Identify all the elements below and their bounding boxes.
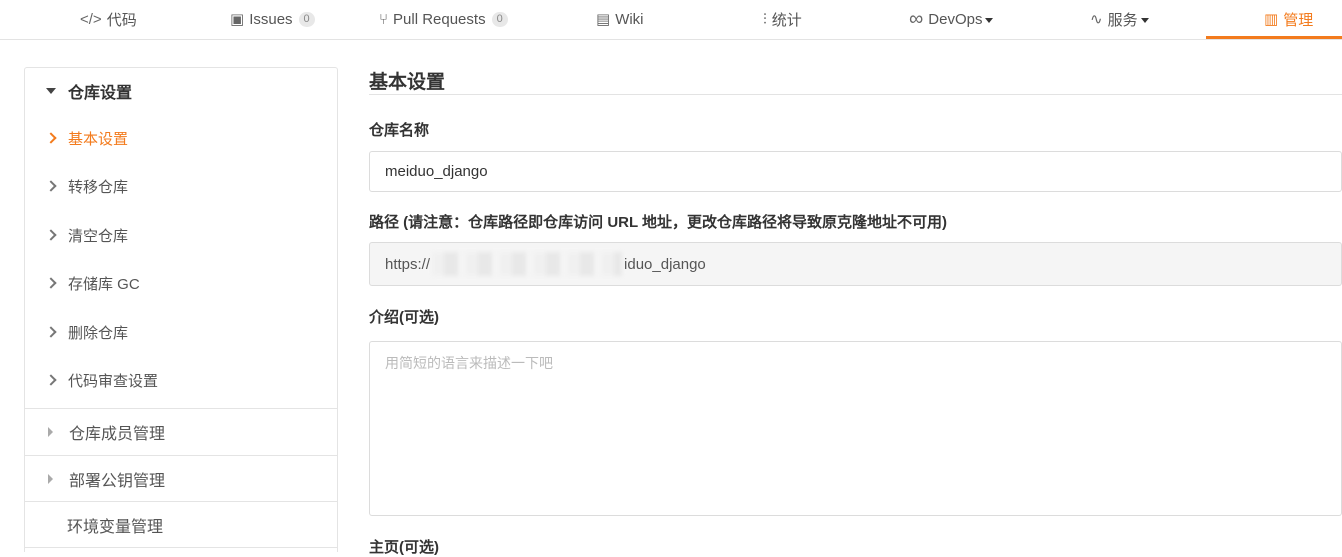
settings-sidebar: 仓库设置 基本设置 转移仓库 清空仓库 存储库 GC 删除仓库 代码审查设置 仓… — [24, 67, 338, 552]
chevron-right-icon — [45, 374, 57, 386]
sidebar-item-label: 转移仓库 — [68, 178, 129, 196]
sidebar-item-code-review[interactable]: 代码审查设置 — [25, 365, 337, 395]
chevron-right-icon — [45, 132, 57, 144]
intro-placeholder: 用简短的语言来描述一下吧 — [385, 355, 553, 371]
redacted-path-segment — [432, 252, 623, 276]
sidebar-item-label: 基本设置 — [68, 130, 129, 148]
tab-label: DevOps — [928, 10, 983, 28]
book-icon: ▤ — [596, 11, 611, 28]
tab-services[interactable]: ∿ 服务 — [1090, 0, 1149, 38]
sidebar-section-label: 仓库成员管理 — [69, 426, 166, 443]
sidebar-item-label: 删除仓库 — [68, 324, 129, 342]
tab-pull-requests[interactable]: ⑂ Pull Requests 0 — [379, 0, 508, 38]
active-tab-indicator — [1206, 36, 1342, 39]
tab-devops[interactable]: ∞ DevOps — [909, 0, 994, 38]
tab-label: 管理 — [1283, 11, 1314, 29]
pull-request-icon: ⑂ — [379, 10, 389, 28]
sidebar-section-label: 部署公钥管理 — [69, 473, 166, 490]
sidebar-section-label: 环境变量管理 — [67, 519, 164, 536]
tab-manage[interactable]: ▥ 管理 — [1264, 0, 1313, 38]
issues-icon: ▣ — [230, 11, 245, 28]
triangle-right-icon — [48, 427, 53, 437]
chevron-right-icon — [45, 277, 57, 289]
chevron-right-icon — [45, 229, 57, 241]
sidebar-section-env-vars[interactable]: 环境变量管理 — [25, 501, 337, 548]
tab-label: 统计 — [771, 11, 802, 29]
caret-down-icon — [1140, 17, 1149, 23]
code-icon: </> — [80, 10, 102, 28]
settings-document-icon: ▥ — [1264, 11, 1279, 28]
intro-label: 介绍(可选) — [369, 309, 439, 326]
sidebar-section-deploy-keys[interactable]: 部署公钥管理 — [25, 455, 337, 502]
sidebar-group-label: 仓库设置 — [68, 85, 133, 102]
path-label: 路径 (请注意：仓库路径即仓库访问 URL 地址，更改仓库路径将导致原克隆地址不… — [369, 214, 948, 231]
chevron-right-icon — [45, 180, 57, 192]
sidebar-group-repo-settings[interactable]: 仓库设置 — [25, 71, 337, 111]
divider — [369, 94, 1342, 95]
bar-chart-icon: ⫶ — [763, 10, 767, 28]
repo-name-label: 仓库名称 — [369, 122, 430, 139]
page-title: 基本设置 — [369, 72, 446, 93]
divider — [25, 547, 337, 548]
repo-path-input[interactable]: https:// iduo_django — [369, 242, 1342, 286]
chevron-right-icon — [45, 326, 57, 338]
sidebar-section-members[interactable]: 仓库成员管理 — [25, 408, 337, 455]
repo-name-value: meiduo_django — [385, 163, 488, 180]
sidebar-item-label: 清空仓库 — [68, 227, 129, 245]
repo-name-input[interactable]: meiduo_django — [369, 151, 1342, 192]
tab-stats[interactable]: ⫶ 统计 — [763, 0, 802, 38]
tab-label: Issues — [249, 10, 293, 28]
sidebar-item-transfer-repo[interactable]: 转移仓库 — [25, 171, 337, 201]
sidebar-item-repo-gc[interactable]: 存储库 GC — [25, 268, 337, 298]
tab-wiki[interactable]: ▤ Wiki — [596, 0, 644, 38]
repo-nav-tabs: </> 代码 ▣ Issues 0 ⑂ Pull Requests 0 ▤ Wi… — [0, 0, 1342, 40]
path-suffix: iduo_django — [624, 255, 706, 273]
path-prefix: https:// — [385, 255, 431, 273]
caret-down-icon — [985, 17, 994, 23]
infinity-icon: ∞ — [909, 7, 924, 30]
tab-issues[interactable]: ▣ Issues 0 — [230, 0, 315, 38]
tab-label: 代码 — [106, 11, 137, 29]
homepage-label: 主页(可选) — [369, 539, 439, 556]
pull-requests-count-badge: 0 — [491, 11, 508, 27]
triangle-down-icon — [46, 88, 56, 94]
sidebar-item-basic-settings[interactable]: 基本设置 — [25, 123, 337, 153]
tab-label: Wiki — [615, 10, 644, 28]
sidebar-item-label: 代码审查设置 — [68, 372, 159, 390]
sidebar-item-label: 存储库 GC — [68, 275, 140, 293]
triangle-right-icon — [48, 474, 53, 484]
tab-label: Pull Requests — [393, 10, 486, 28]
issues-count-badge: 0 — [298, 11, 315, 27]
sidebar-item-clear-repo[interactable]: 清空仓库 — [25, 220, 337, 250]
intro-textarea[interactable]: 用简短的语言来描述一下吧 — [369, 341, 1342, 516]
pulse-icon: ∿ — [1090, 11, 1103, 28]
tab-code[interactable]: </> 代码 — [80, 0, 137, 38]
tab-label: 服务 — [1107, 11, 1138, 29]
sidebar-item-delete-repo[interactable]: 删除仓库 — [25, 317, 337, 347]
